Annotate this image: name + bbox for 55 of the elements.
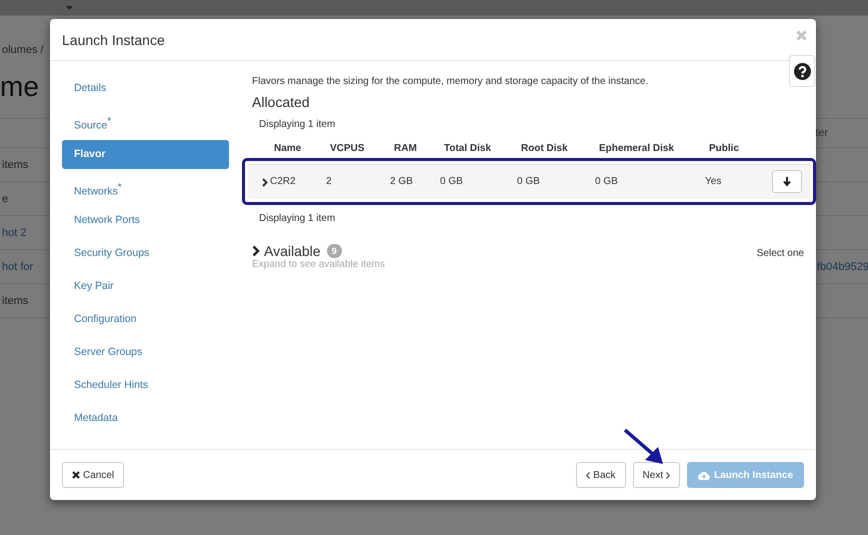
annotation-arrow: [623, 428, 665, 466]
chevron-right-icon: [666, 472, 670, 478]
column-header: Ephemeral Disk: [599, 143, 674, 154]
expand-hint: Expand to see available items: [252, 259, 386, 270]
table-cell: 0 GB: [595, 176, 618, 187]
close-icon: [72, 471, 80, 479]
wizard-step-tab[interactable]: Configuration: [62, 305, 229, 334]
table-cell: 0 GB: [440, 176, 463, 187]
chevron-right-icon[interactable]: [252, 244, 260, 256]
wizard-step-tab[interactable]: Details: [62, 74, 229, 103]
table-text: items: [2, 158, 28, 170]
chevron-right-icon[interactable]: [262, 178, 268, 187]
section-title[interactable]: Available: [264, 242, 321, 258]
page-heading: me: [0, 70, 39, 104]
table-link[interactable]: hot for: [2, 260, 34, 272]
back-button[interactable]: Back: [576, 462, 626, 488]
description-text: Flavors manage the sizing for the compute, memory and storage capacity of the instance.: [252, 76, 650, 87]
wizard-step-tab[interactable]: Network Ports: [62, 206, 229, 235]
help-button[interactable]: [789, 55, 815, 87]
wizard-step-tab[interactable]: Metadata: [62, 404, 229, 433]
arrow-down-icon: [783, 176, 791, 186]
table-cell: Yes: [705, 176, 722, 187]
table-text: items: [2, 294, 28, 306]
wizard-step-tab[interactable]: Server Groups: [62, 338, 229, 367]
table-row[interactable]: C2R2 2 2 GB 0 GB 0 GB 0 GB Yes: [248, 164, 810, 199]
item-count: Displaying 1 item: [259, 119, 336, 130]
table-cell: 2: [326, 176, 332, 187]
table-cell: C2R2: [270, 176, 296, 187]
filter-field-placeholder[interactable]: ter: [815, 127, 828, 139]
cancel-button[interactable]: Cancel: [62, 462, 124, 488]
table-cell: 0 GB: [517, 176, 540, 187]
column-header: Total Disk: [444, 143, 492, 154]
section-title: Allocated: [252, 94, 311, 110]
breadcrumb[interactable]: olumes /: [2, 44, 44, 56]
item-count: Displaying 1 item: [259, 213, 336, 224]
table-cell: 2 GB: [390, 176, 413, 187]
chevron-left-icon: [586, 472, 590, 478]
wizard-step-tab[interactable]: Flavor: [62, 140, 229, 169]
table-text: e: [2, 192, 8, 204]
column-header: Public: [709, 143, 740, 154]
column-header: Name: [274, 143, 302, 154]
wizard-step-tab[interactable]: Key Pair: [62, 272, 229, 301]
cloud-upload-icon: [698, 470, 710, 480]
dialog-title: Launch Instance: [62, 32, 165, 48]
table-link[interactable]: hot 2: [2, 226, 26, 238]
column-header: VCPUS: [330, 143, 364, 154]
deallocate-button[interactable]: [772, 170, 802, 193]
column-header: Root Disk: [521, 143, 568, 154]
column-header: RAM: [394, 143, 417, 154]
wizard-step-tab[interactable]: Scheduler Hints: [62, 371, 229, 400]
next-button[interactable]: Next: [632, 462, 680, 488]
help-icon: [794, 62, 810, 80]
select-hint: Select one: [756, 248, 804, 259]
count-badge: 9: [326, 244, 342, 258]
wizard-step-tab[interactable]: Security Groups: [62, 239, 229, 268]
